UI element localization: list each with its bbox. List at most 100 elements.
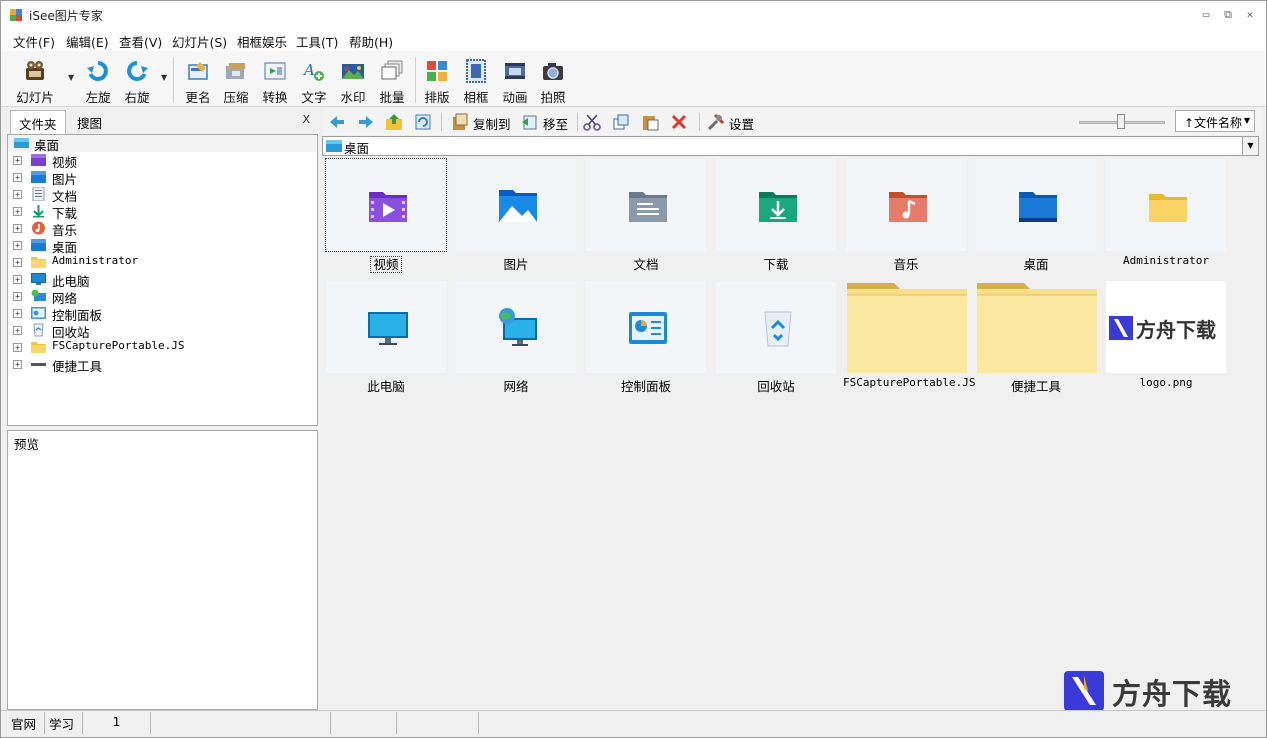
- copy-to-icon: [453, 113, 468, 130]
- thumbnail-item[interactable]: 视频: [323, 158, 447, 276]
- thumbnail-item[interactable]: 图片: [453, 158, 577, 276]
- thumbnail-label: Administrator: [1103, 254, 1229, 267]
- folder-small-folder-icon: [1147, 186, 1189, 226]
- copy-to-button[interactable]: 复制到: [451, 112, 513, 132]
- watermark-button[interactable]: W 水印: [333, 55, 373, 105]
- menu-frame-fun[interactable]: 相框娱乐: [237, 32, 287, 51]
- convert-button[interactable]: 转换: [255, 55, 295, 105]
- address-dropdown-button[interactable]: ▼: [1242, 137, 1258, 155]
- pictures-folder-icon: [31, 170, 46, 184]
- thumbnail-item[interactable]: 桌面: [973, 158, 1097, 276]
- expand-icon[interactable]: +: [13, 360, 22, 369]
- paste-button[interactable]: [641, 112, 661, 132]
- tree-item-4[interactable]: + 音乐: [8, 220, 317, 238]
- thumbnail-item[interactable]: 控制面板: [583, 280, 707, 398]
- compress-button[interactable]: 压缩: [216, 55, 256, 105]
- title-bar: iSee图片专家 ▭ ⧉ ✕: [1, 1, 1266, 29]
- expand-icon[interactable]: +: [13, 156, 22, 165]
- tree-item-2[interactable]: + 文档: [8, 186, 317, 204]
- slideshow-button[interactable]: 幻灯片: [15, 55, 55, 105]
- tree-item-10[interactable]: + 回收站: [8, 322, 317, 340]
- tree-item-5[interactable]: + 桌面: [8, 237, 317, 255]
- status-website-link[interactable]: 官网: [7, 712, 45, 734]
- rotate-left-button[interactable]: 左旋: [78, 55, 118, 105]
- cut-button[interactable]: [583, 112, 603, 132]
- tree-item-11[interactable]: + FSCapturePortable.JS: [8, 339, 317, 356]
- thumbnail-item[interactable]: 下载: [713, 158, 837, 276]
- thumbnail-item[interactable]: 此电脑: [323, 280, 447, 398]
- capture-button[interactable]: 拍照: [533, 55, 573, 105]
- layout-button[interactable]: 排版: [417, 55, 457, 105]
- thumbnail-item[interactable]: 回收站: [713, 280, 837, 398]
- frame-button[interactable]: 相框: [456, 55, 496, 105]
- tree-item-3[interactable]: + 下载: [8, 203, 317, 221]
- back-button[interactable]: [328, 112, 348, 132]
- menu-edit[interactable]: 编辑(E): [66, 32, 109, 51]
- expand-icon[interactable]: +: [13, 190, 22, 199]
- thumbnail-item[interactable]: 便捷工具: [973, 280, 1097, 398]
- folder-icon: [31, 340, 46, 354]
- tree-root-desktop[interactable]: 桌面: [8, 135, 317, 153]
- expand-icon[interactable]: +: [13, 275, 22, 284]
- slideshow-dropdown-icon[interactable]: ▼: [68, 73, 74, 82]
- menu-tools[interactable]: 工具(T): [296, 32, 338, 51]
- menu-file[interactable]: 文件(F): [13, 32, 55, 51]
- forward-button[interactable]: [357, 112, 377, 132]
- settings-button[interactable]: 设置: [707, 112, 757, 132]
- thumbnail-frame: [1105, 158, 1227, 252]
- tree-item-6[interactable]: + Administrator: [8, 254, 317, 271]
- move-to-button[interactable]: 移至: [521, 112, 571, 132]
- thumbnail-item[interactable]: 网络: [453, 280, 577, 398]
- tree-item-0[interactable]: + 视频: [8, 152, 317, 170]
- tree-item-7[interactable]: + 此电脑: [8, 271, 317, 289]
- refresh-icon: [415, 114, 431, 130]
- expand-icon[interactable]: +: [13, 343, 22, 352]
- batch-label: 批量: [379, 90, 405, 105]
- expand-icon[interactable]: +: [13, 258, 22, 267]
- thumbnail-item[interactable]: Administrator: [1103, 158, 1227, 276]
- tree-item-1[interactable]: + 图片: [8, 169, 317, 187]
- thumbnail-item[interactable]: 文档: [583, 158, 707, 276]
- menu-slideshow[interactable]: 幻灯片(S): [172, 32, 227, 51]
- frame-icon: [466, 59, 486, 83]
- status-learn-link[interactable]: 学习: [45, 712, 83, 734]
- menu-view[interactable]: 查看(V): [119, 32, 162, 51]
- slider-handle[interactable]: [1117, 114, 1125, 129]
- expand-icon[interactable]: +: [13, 326, 22, 335]
- tab-search-image[interactable]: 搜图: [69, 110, 110, 134]
- expand-icon[interactable]: +: [13, 224, 22, 233]
- refresh-button[interactable]: [414, 112, 434, 132]
- batch-button[interactable]: 批量: [372, 55, 412, 105]
- copy-button[interactable]: [612, 112, 632, 132]
- menu-help[interactable]: 帮助(H): [349, 32, 393, 51]
- delete-button[interactable]: [670, 112, 690, 132]
- expand-icon[interactable]: +: [13, 292, 22, 301]
- restore-button[interactable]: ⧉: [1220, 7, 1236, 23]
- expand-icon[interactable]: +: [13, 241, 22, 250]
- up-folder-button[interactable]: [385, 112, 405, 132]
- thumbnail-item[interactable]: FSCapturePortable.JS: [843, 280, 975, 398]
- app-logo-icon: [10, 9, 22, 21]
- tab-folders[interactable]: 文件夹: [10, 110, 66, 134]
- expand-icon[interactable]: +: [13, 309, 22, 318]
- expand-icon[interactable]: +: [13, 173, 22, 182]
- tree-item-8[interactable]: + 网络: [8, 288, 317, 306]
- thumbnail-item[interactable]: 方舟下载 logo.png: [1103, 280, 1227, 398]
- toolbar-divider: [441, 113, 442, 131]
- close-button[interactable]: ✕: [1242, 7, 1258, 23]
- text-button[interactable]: A 文字: [294, 55, 334, 105]
- sort-select[interactable]: ↑文件名称 ▼: [1175, 110, 1255, 132]
- tree-item-9[interactable]: + 控制面板: [8, 305, 317, 323]
- expand-icon[interactable]: +: [13, 207, 22, 216]
- watermark-logo: 方舟下载: [1064, 669, 1244, 713]
- convert-icon: [264, 62, 286, 80]
- user-folder-icon: [31, 255, 46, 269]
- thumbnail-item[interactable]: 音乐: [843, 158, 967, 276]
- address-bar[interactable]: 桌面 ▼: [322, 136, 1259, 156]
- folder-tree[interactable]: 桌面 + 视频 + 图片 + 文档 + 下载 + 音乐 + 桌面 + Administrator + 此电脑 + 网…: [7, 134, 318, 426]
- rotate-dropdown-icon[interactable]: ▼: [161, 73, 167, 82]
- close-panel-button[interactable]: X: [302, 113, 310, 126]
- rotate-right-button[interactable]: 右旋: [117, 55, 157, 105]
- minimize-button[interactable]: ▭: [1198, 7, 1214, 23]
- tree-item-12[interactable]: + 便捷工具: [8, 356, 317, 374]
